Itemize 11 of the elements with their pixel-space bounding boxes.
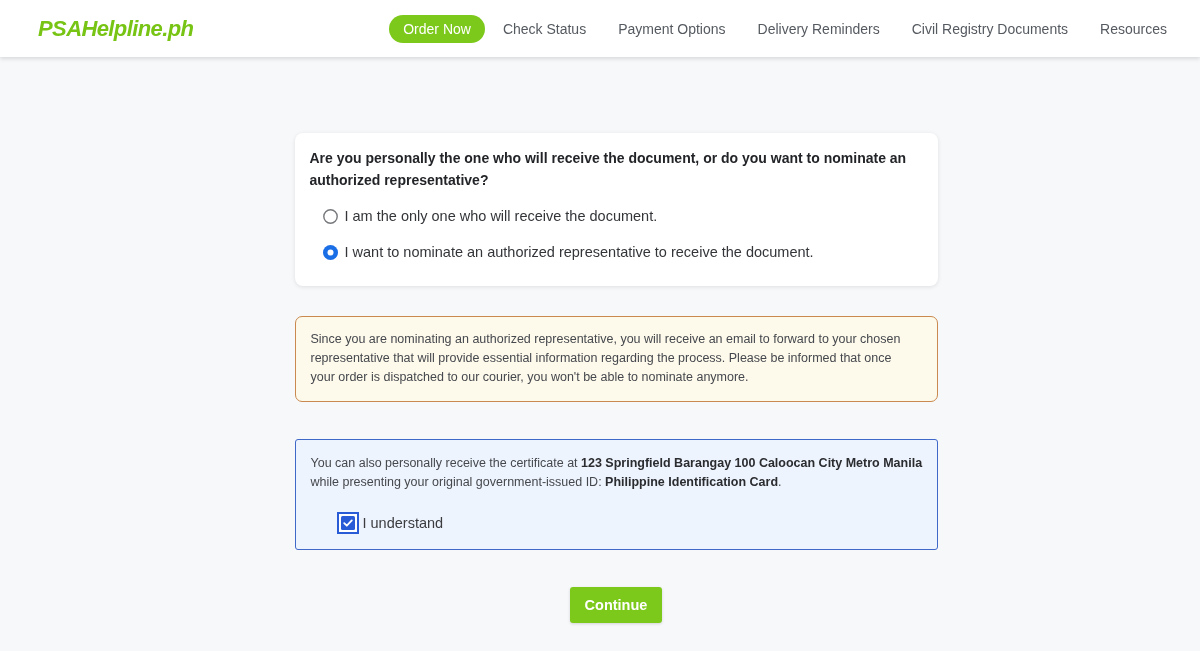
checkbox-option[interactable]: I understand <box>336 512 444 534</box>
radio-option[interactable]: I am the only one who will receive the document. <box>322 203 923 229</box>
notice-text: You can also personally receive the certificate at 123 Springfield Barangay 100 Caloocan City Metro Manila while presenting your original government-issued ID: Philippine Identification Card. <box>310 455 924 491</box>
nav-link[interactable]: Civil Registry Documents <box>897 14 1083 43</box>
nav-link[interactable]: Payment Options <box>604 14 740 43</box>
question-text: Are you personally the one who will receive the document, or do you want to nominate an authorized representative? <box>309 149 908 190</box>
notice-text: Since you are nominating an authorized representative, you will receive an email to forward to your chosen representative that will provide essential information regarding the process. Please be informed that once your order is dispatched to our courier, you won't be able to nominate anymore. <box>310 331 902 386</box>
nav-link[interactable]: Resources <box>1086 14 1181 43</box>
nav-link[interactable]: Delivery Reminders <box>743 14 894 43</box>
radio-option[interactable]: I want to nominate an authorized representative to receive the document. <box>322 239 923 265</box>
nav-link[interactable]: Check Status <box>488 14 601 43</box>
